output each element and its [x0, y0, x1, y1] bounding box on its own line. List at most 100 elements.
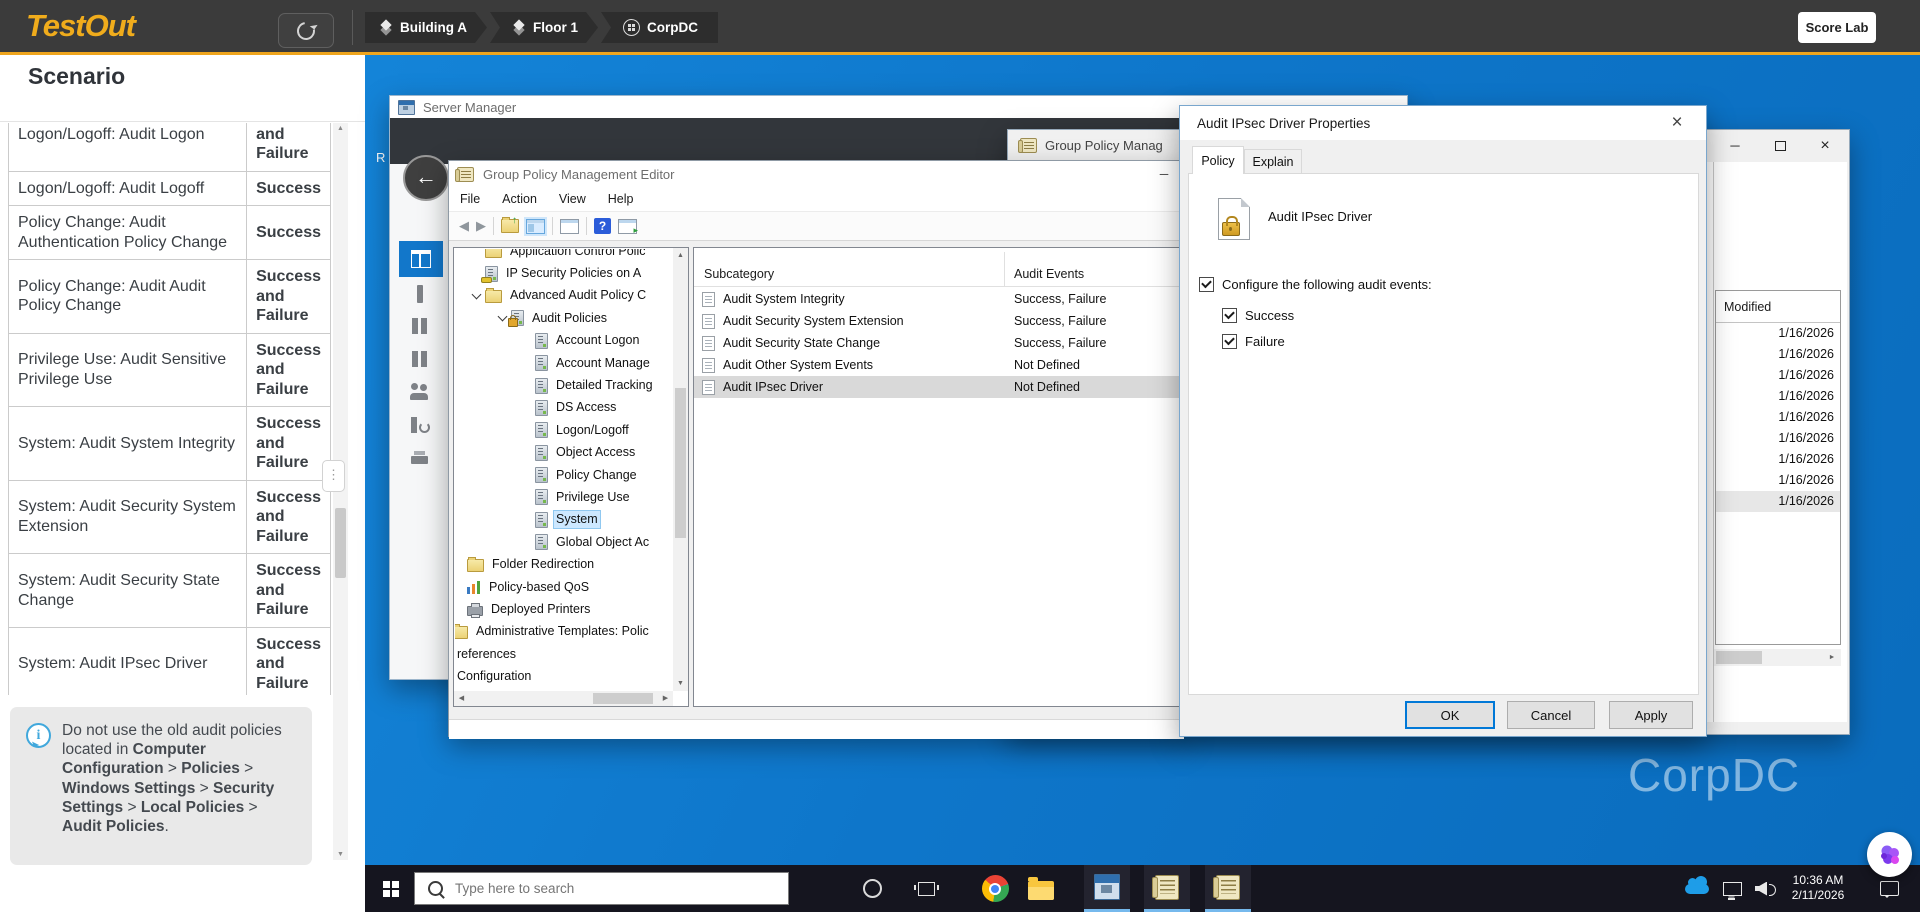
maximize-button[interactable] — [1758, 131, 1802, 160]
gpo-row[interactable]: 1/16/2026 — [1716, 365, 1840, 386]
apply-button[interactable]: Apply — [1609, 701, 1693, 729]
tree-item-folder-redirection[interactable]: Folder Redirection — [455, 553, 672, 575]
gpme-titlebar[interactable]: Group Policy Management Editor — [449, 161, 1184, 187]
tree-item-administrative-templates-polic[interactable]: Administrative Templates: Polic — [455, 621, 672, 643]
gpm-horizontal-scrollbar[interactable]: ► — [1714, 649, 1841, 666]
tree-item-application-control-polic[interactable]: Application Control Polic — [455, 249, 672, 262]
search-input[interactable] — [453, 880, 757, 897]
task-view-button[interactable] — [903, 865, 949, 912]
up-folder-icon[interactable]: ↑ — [501, 219, 519, 233]
tree-item-account-logon[interactable]: Account Logon — [455, 330, 672, 352]
scroll-right-icon[interactable]: ► — [1824, 649, 1840, 666]
minimize-button[interactable]: ─ — [1713, 131, 1757, 160]
failure-checkbox[interactable] — [1222, 334, 1237, 349]
services-refresh-icon[interactable] — [409, 415, 431, 435]
gpo-row[interactable]: 1/16/2026 — [1716, 470, 1840, 491]
taskbar-search[interactable] — [414, 872, 789, 905]
modified-column-header[interactable]: Modified — [1716, 291, 1840, 323]
tree-item-references[interactable]: references — [455, 643, 672, 665]
start-windows-icon[interactable] — [383, 881, 399, 897]
gpo-row[interactable]: 1/16/2026 — [1716, 449, 1840, 470]
tree-item-account-manage[interactable]: Account Manage — [455, 352, 672, 374]
gpo-row[interactable]: 1/16/2026 — [1716, 491, 1840, 512]
tab-explain[interactable]: Explain — [1244, 149, 1302, 174]
tree-item-privilege-use[interactable]: Privilege Use — [455, 486, 672, 508]
minimize-button[interactable]: ─ — [1149, 163, 1179, 185]
tree-item-policy-based-qos[interactable]: Policy-based QoS — [455, 576, 672, 598]
print-icon[interactable] — [409, 448, 431, 468]
subcategory-row[interactable]: Audit IPsec DriverNot Defined — [694, 376, 1181, 398]
tree-item-audit-policies[interactable]: Audit Policies — [455, 307, 672, 329]
back-icon[interactable]: ◀ — [459, 218, 469, 234]
tree-item-logon-logoff[interactable]: Logon/Logoff — [455, 419, 672, 441]
tree-item-system[interactable]: System — [455, 509, 672, 531]
menu-action[interactable]: Action — [491, 187, 548, 211]
breadcrumb-item-building-a[interactable]: Building A — [365, 12, 487, 43]
scrollbar-thumb[interactable] — [335, 508, 346, 578]
tab-policy[interactable]: Policy — [1192, 146, 1244, 174]
panel-resize-handle[interactable]: ⋮ — [322, 460, 345, 492]
ok-button[interactable]: OK — [1405, 701, 1495, 729]
tree-item-advanced-audit-policy-c[interactable]: Advanced Audit Policy C — [455, 285, 672, 307]
menu-file[interactable]: File — [449, 187, 491, 211]
file-storage-icon[interactable] — [409, 349, 431, 369]
console-tree-toggle-icon[interactable] — [526, 219, 545, 234]
taskbar-clock[interactable]: 10:36 AM 2/11/2026 — [1773, 873, 1863, 903]
gpo-row[interactable]: 1/16/2026 — [1716, 428, 1840, 449]
tree-item-configuration[interactable]: Configuration — [455, 665, 672, 687]
tree-item-object-access[interactable]: Object Access — [455, 442, 672, 464]
scroll-right-icon[interactable]: ▶ — [658, 691, 673, 706]
users-icon[interactable] — [409, 382, 431, 402]
gpo-row[interactable]: 1/16/2026 — [1716, 386, 1840, 407]
breadcrumb-item-floor-1[interactable]: Floor 1 — [490, 12, 598, 43]
scroll-down-icon[interactable]: ▼ — [333, 851, 348, 858]
menu-help[interactable]: Help — [597, 187, 645, 211]
tree-item-ip-security-policies-on-a[interactable]: IP Security Policies on A — [455, 262, 672, 284]
subcategory-row[interactable]: Audit System IntegritySuccess, Failure — [694, 288, 1181, 310]
chrome-button[interactable] — [972, 865, 1018, 912]
tree-vertical-scrollbar[interactable]: ▲ ▼ — [673, 248, 688, 691]
scroll-down-icon[interactable]: ▼ — [673, 676, 688, 691]
dashboard-tile-icon[interactable] — [399, 241, 443, 277]
configure-checkbox[interactable] — [1199, 277, 1214, 292]
gpo-row[interactable]: 1/16/2026 — [1716, 323, 1840, 344]
chevron-down-icon[interactable] — [469, 288, 485, 304]
network-button[interactable] — [1723, 865, 1742, 912]
tree-item-detailed-tracking[interactable]: Detailed Tracking — [455, 374, 672, 396]
subcategory-row[interactable]: Audit Security System ExtensionSuccess, … — [694, 310, 1181, 332]
scrollbar-thumb[interactable] — [675, 388, 686, 538]
all-servers-icon[interactable] — [409, 316, 431, 336]
cancel-button[interactable]: Cancel — [1507, 701, 1595, 729]
dialog-titlebar[interactable]: Audit IPsec Driver Properties — [1180, 106, 1706, 140]
gpm-titlebar[interactable]: Group Policy Manag — [1020, 138, 1163, 153]
forward-icon[interactable]: ▶ — [476, 218, 486, 234]
gpo-row[interactable]: 1/16/2026 — [1716, 407, 1840, 428]
export-list-icon[interactable]: ▸ — [618, 219, 637, 234]
success-checkbox[interactable] — [1222, 308, 1237, 323]
scroll-up-icon[interactable]: ▲ — [673, 248, 688, 263]
properties-window-icon[interactable] — [560, 219, 579, 234]
score-lab-button[interactable]: Score Lab — [1798, 12, 1876, 43]
gpme-taskbar-button[interactable] — [1205, 865, 1251, 912]
close-button[interactable]: × — [1803, 131, 1847, 160]
scrollbar-thumb[interactable] — [1716, 651, 1762, 664]
breadcrumb-item-corpdc[interactable]: CorpDC — [601, 12, 718, 43]
onedrive-button[interactable] — [1685, 865, 1709, 912]
gpmc-taskbar-button[interactable] — [1144, 865, 1190, 912]
cortana-button[interactable] — [849, 865, 895, 912]
tree-item-policy-change[interactable]: Policy Change — [455, 464, 672, 486]
help-icon[interactable]: ? — [594, 218, 611, 234]
server-manager-taskbar-button[interactable] — [1084, 865, 1130, 912]
refresh-button[interactable] — [278, 13, 334, 48]
file-explorer-button[interactable] — [1018, 865, 1064, 912]
subcategory-row[interactable]: Audit Other System EventsNot Defined — [694, 354, 1181, 376]
tree-item-global-object-ac[interactable]: Global Object Ac — [455, 531, 672, 553]
scrollbar-thumb[interactable] — [593, 693, 653, 704]
back-arrow-button[interactable]: ← — [403, 155, 449, 201]
audit-events-column-header[interactable]: Audit Events — [1014, 267, 1084, 281]
gpo-row[interactable]: 1/16/2026 — [1716, 344, 1840, 365]
tree-item-deployed-printers[interactable]: Deployed Printers — [455, 598, 672, 620]
assistant-button[interactable] — [1867, 832, 1912, 877]
menu-view[interactable]: View — [548, 187, 597, 211]
local-server-icon[interactable] — [409, 284, 431, 304]
